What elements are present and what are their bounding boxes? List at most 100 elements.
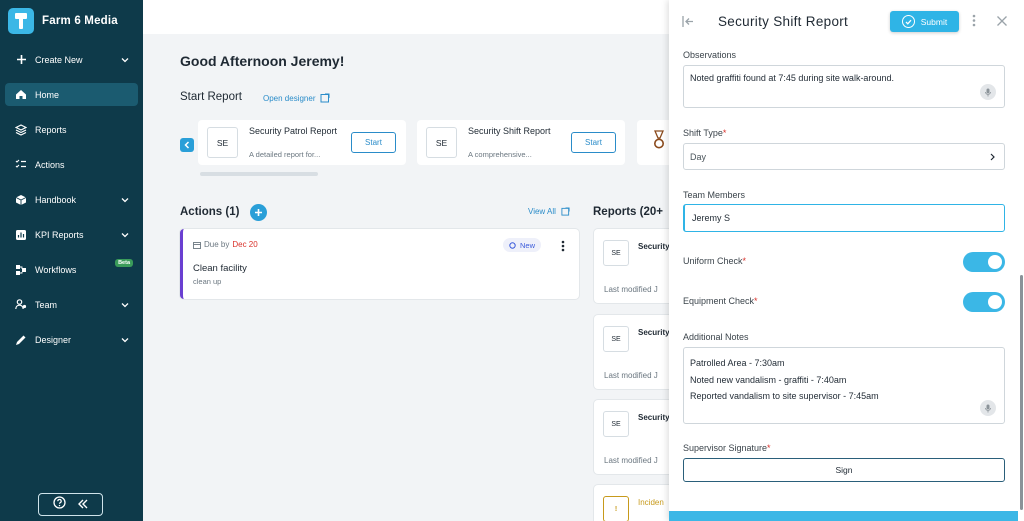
report-abbr: SE [603, 240, 629, 266]
sidebar-item-label: Reports [35, 124, 67, 135]
medal-icon [654, 130, 664, 149]
sidebar-item-team[interactable]: Team [5, 293, 138, 316]
toggle-knob [988, 255, 1002, 269]
team-members-label: Team Members [683, 190, 746, 200]
collapse-sidebar-icon[interactable] [77, 496, 89, 514]
note-line: Patrolled Area - 7:30am [690, 358, 785, 368]
close-icon[interactable] [996, 15, 1008, 27]
checklist-icon [15, 159, 27, 171]
check-circle-icon [901, 15, 915, 28]
team-icon [15, 299, 27, 311]
sidebar-item-reports[interactable]: Reports [5, 118, 138, 141]
required-mark: * [767, 443, 771, 453]
main-content: Good Afternoon Jeremy! Start Report Open… [143, 0, 684, 521]
team-members-input[interactable]: Jeremy S [683, 204, 1005, 232]
template-title: Security Patrol Report [249, 126, 338, 136]
uniform-check-label-text: Uniform Check [683, 256, 743, 266]
sidebar-item-home[interactable]: Home [5, 83, 138, 106]
add-action-button[interactable] [250, 204, 267, 221]
sidebar-item-label: Handbook [35, 194, 77, 205]
plus-icon [15, 54, 27, 66]
sidebar: Farm 6 Media Create New Home Reports Act… [0, 0, 143, 521]
report-title: Security [638, 413, 670, 422]
back-icon[interactable] [682, 15, 695, 28]
observations-label: Observations [683, 50, 737, 60]
brand[interactable]: Farm 6 Media [8, 8, 118, 34]
start-button[interactable]: Start [571, 132, 616, 153]
observations-value: Noted graffiti found at 7:45 during site… [690, 73, 894, 83]
action-card[interactable]: Due by Dec 20 New Clean facility clean u… [180, 229, 579, 299]
open-designer-label: Open designer [263, 93, 316, 103]
report-abbr: SE [603, 326, 629, 352]
template-card[interactable]: SE Security Shift Report A comprehensive… [417, 120, 625, 165]
kpi-icon [15, 229, 27, 241]
sidebar-item-create-new[interactable]: Create New [5, 48, 138, 71]
brand-logo-icon [8, 8, 34, 34]
panel-scrollbar[interactable] [1018, 44, 1024, 521]
chevron-down-icon [121, 198, 129, 203]
carousel-scrollbar[interactable] [200, 172, 318, 176]
required-mark: * [754, 296, 758, 306]
supervisor-signature-label-text: Supervisor Signature [683, 443, 768, 453]
sidebar-nav: Create New Home Reports Actions Handbook… [5, 48, 138, 363]
template-title: Security Shift Report [468, 126, 551, 136]
open-designer-link[interactable]: Open designer [263, 93, 330, 103]
sidebar-item-label: Create New [35, 54, 83, 65]
sign-button[interactable]: Sign [683, 458, 1005, 482]
additional-notes-field[interactable]: Patrolled Area - 7:30am Noted new vandal… [683, 347, 1005, 424]
action-desc: clean up [193, 277, 222, 286]
equipment-check-toggle[interactable] [963, 292, 1005, 312]
report-modified: Last modified J [604, 285, 658, 294]
brand-name: Farm 6 Media [42, 15, 118, 27]
start-report-title: Start Report [180, 91, 242, 103]
observations-field[interactable]: Noted graffiti found at 7:45 during site… [683, 65, 1005, 108]
required-mark: * [742, 256, 747, 266]
more-options-icon[interactable] [972, 14, 976, 27]
template-card[interactable]: SE Security Patrol Report A detailed rep… [198, 120, 406, 165]
due-date-value: Dec 20 [232, 240, 258, 249]
panel-title: Security Shift Report [718, 14, 849, 29]
report-title: Security [638, 242, 670, 251]
template-abbr: SE [426, 127, 457, 158]
required-mark: * [722, 128, 727, 138]
status-circle-icon [509, 241, 516, 249]
action-name: Clean facility [193, 263, 247, 274]
chevron-down-icon [121, 338, 129, 343]
chevron-down-icon [121, 58, 129, 63]
submit-label: Submit [920, 16, 948, 27]
sidebar-item-label: Workflows [35, 264, 77, 275]
view-all-link[interactable]: View All [528, 207, 570, 216]
report-title: Security [638, 328, 670, 337]
calendar-icon [193, 241, 201, 249]
shift-type-select[interactable]: Day [683, 143, 1005, 170]
uniform-check-toggle[interactable] [963, 252, 1005, 272]
reports-title: Reports (20+ [593, 206, 663, 218]
sidebar-item-workflows[interactable]: Workflows Beta [5, 258, 138, 281]
microphone-icon[interactable] [980, 400, 996, 416]
sidebar-item-handbook[interactable]: Handbook [5, 188, 138, 211]
box-icon [15, 194, 27, 206]
sidebar-item-actions[interactable]: Actions [5, 153, 138, 176]
beta-badge: Beta [115, 259, 133, 267]
external-link-icon [320, 93, 330, 103]
help-icon[interactable] [52, 495, 66, 514]
action-menu-icon[interactable] [561, 239, 565, 257]
template-desc: A detailed report for... [249, 150, 321, 159]
scroll-thumb[interactable] [1020, 275, 1023, 510]
note-line: Reported vandalism to site supervisor - … [690, 391, 879, 401]
carousel-prev-button[interactable] [180, 138, 194, 152]
equipment-check-label: Equipment Check* [683, 296, 758, 306]
chevron-right-icon [990, 153, 995, 161]
home-icon [15, 89, 27, 101]
bottom-action-bar[interactable] [669, 511, 1018, 521]
microphone-icon[interactable] [980, 84, 996, 100]
additional-notes-label: Additional Notes [683, 332, 749, 342]
sidebar-item-designer[interactable]: Designer [5, 328, 138, 351]
team-members-value: Jeremy S [692, 213, 731, 223]
start-button[interactable]: Start [351, 132, 396, 153]
sidebar-item-kpi-reports[interactable]: KPI Reports [5, 223, 138, 246]
submit-button[interactable]: Submit [890, 11, 959, 32]
note-line: Noted new vandalism - graffiti - 7:40am [690, 374, 847, 385]
due-date: Due by Dec 20 [193, 240, 258, 249]
sidebar-item-label: Team [35, 299, 58, 310]
